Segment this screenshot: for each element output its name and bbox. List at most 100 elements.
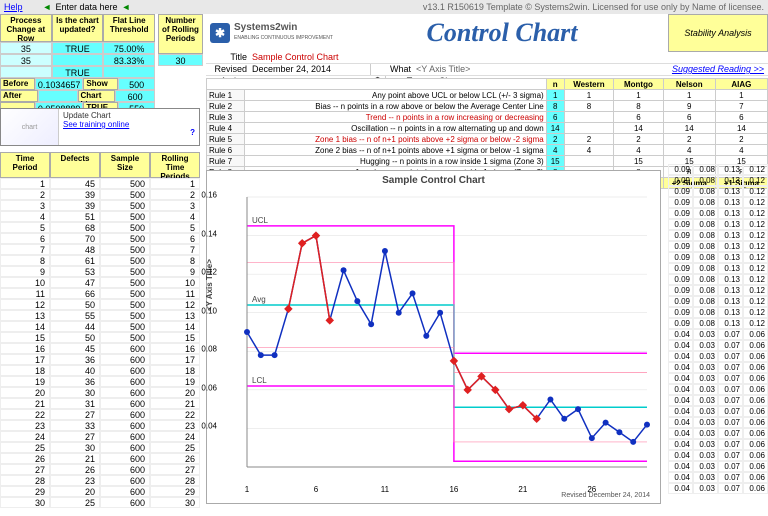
table-cell[interactable]: 9 — [0, 266, 50, 277]
table-cell[interactable]: 500 — [100, 178, 150, 189]
table-cell[interactable]: 45 — [50, 178, 100, 189]
table-cell[interactable]: 500 — [100, 244, 150, 255]
table-cell[interactable]: 39 — [50, 200, 100, 211]
table-cell[interactable]: 68 — [50, 222, 100, 233]
table-cell[interactable]: 30 — [0, 497, 50, 508]
table-cell[interactable]: 39 — [50, 189, 100, 200]
table-cell[interactable]: 7 — [0, 244, 50, 255]
table-cell[interactable]: 600 — [100, 343, 150, 354]
table-cell[interactable]: 500 — [118, 78, 155, 90]
table-cell[interactable]: 31 — [50, 398, 100, 409]
table-cell[interactable]: 600 — [100, 486, 150, 497]
table-cell[interactable]: 18 — [0, 365, 50, 376]
table-cell[interactable]: TRUE — [52, 66, 104, 78]
table-cell[interactable]: 26 — [50, 464, 100, 475]
table-cell[interactable]: 600 — [100, 365, 150, 376]
table-cell[interactable]: 13 — [150, 310, 200, 321]
table-cell[interactable]: 50 — [50, 332, 100, 343]
table-cell[interactable]: 500 — [100, 310, 150, 321]
table-cell[interactable] — [103, 66, 155, 78]
rule-n[interactable]: 4 — [546, 145, 564, 156]
table-cell[interactable]: 21 — [50, 453, 100, 464]
meta-value[interactable]: <Y Axis Title> — [414, 64, 668, 75]
table-cell[interactable]: 500 — [100, 288, 150, 299]
training-link[interactable]: See training online — [63, 120, 129, 129]
table-cell[interactable]: 16 — [150, 343, 200, 354]
table-cell[interactable]: 47 — [50, 277, 100, 288]
table-cell[interactable]: 500 — [100, 299, 150, 310]
table-cell[interactable]: 10 — [0, 277, 50, 288]
table-cell[interactable]: 14 — [0, 321, 50, 332]
table-cell[interactable]: 25 — [0, 442, 50, 453]
rule-n[interactable]: 2 — [546, 134, 564, 145]
table-cell[interactable]: 500 — [100, 233, 150, 244]
table-cell[interactable]: 35 — [0, 42, 52, 54]
table-cell[interactable]: 35 — [0, 54, 52, 66]
table-cell[interactable]: 36 — [50, 354, 100, 365]
table-cell[interactable] — [0, 66, 52, 78]
table-cell[interactable]: 6 — [150, 233, 200, 244]
table-cell[interactable]: 0.1034657 — [35, 78, 84, 90]
rule-n[interactable]: 1 — [546, 90, 564, 101]
table-cell[interactable]: 15 — [0, 332, 50, 343]
meta-value[interactable]: December 24, 2014 — [250, 64, 370, 75]
update-chart-box[interactable]: chart Update Chart See training online ? — [0, 108, 200, 146]
table-cell[interactable]: 4 — [0, 211, 50, 222]
table-cell[interactable]: 600 — [100, 464, 150, 475]
table-cell[interactable]: 44 — [50, 321, 100, 332]
rule-n[interactable]: 15 — [546, 156, 564, 167]
rule-n[interactable]: 6 — [546, 112, 564, 123]
table-cell[interactable]: 2 — [0, 189, 50, 200]
rule-n[interactable]: 8 — [546, 101, 564, 112]
table-cell[interactable]: 500 — [100, 200, 150, 211]
table-cell[interactable]: 29 — [150, 486, 200, 497]
table-cell[interactable]: 21 — [150, 398, 200, 409]
table-cell[interactable]: 40 — [50, 365, 100, 376]
table-cell[interactable]: 23 — [0, 420, 50, 431]
table-cell[interactable]: 600 — [100, 409, 150, 420]
table-cell[interactable]: 12 — [150, 299, 200, 310]
table-cell[interactable]: 600 — [100, 398, 150, 409]
table-cell[interactable]: 8 — [150, 255, 200, 266]
table-cell[interactable] — [52, 54, 104, 66]
table-cell[interactable]: 14 — [150, 321, 200, 332]
table-cell[interactable]: 24 — [0, 431, 50, 442]
table-cell[interactable]: 51 — [50, 211, 100, 222]
table-cell[interactable]: 500 — [100, 222, 150, 233]
table-cell[interactable]: 600 — [100, 431, 150, 442]
table-cell[interactable]: 500 — [100, 255, 150, 266]
meta-value[interactable]: Sample Control Chart — [250, 52, 766, 63]
table-cell[interactable]: 36 — [50, 376, 100, 387]
table-cell[interactable]: 19 — [150, 376, 200, 387]
table-cell[interactable]: 8 — [0, 255, 50, 266]
table-cell[interactable]: 19 — [0, 376, 50, 387]
table-cell[interactable]: 7 — [150, 244, 200, 255]
table-cell[interactable]: 500 — [100, 189, 150, 200]
table-cell[interactable]: 26 — [150, 453, 200, 464]
table-cell[interactable]: 1 — [150, 178, 200, 189]
table-cell[interactable]: 21 — [0, 398, 50, 409]
table-cell[interactable]: 500 — [100, 211, 150, 222]
table-cell[interactable]: 27 — [50, 409, 100, 420]
table-cell[interactable]: 1 — [0, 178, 50, 189]
table-cell[interactable]: 20 — [0, 387, 50, 398]
table-cell[interactable]: 55 — [50, 310, 100, 321]
table-cell[interactable]: 30 — [150, 497, 200, 508]
help-icon[interactable]: ? — [190, 128, 195, 137]
table-cell[interactable]: 500 — [100, 332, 150, 343]
table-cell[interactable]: 12 — [0, 299, 50, 310]
table-cell[interactable]: 66 — [50, 288, 100, 299]
table-cell[interactable]: 20 — [150, 387, 200, 398]
table-cell[interactable]: 26 — [0, 453, 50, 464]
table-cell[interactable]: 33 — [50, 420, 100, 431]
table-cell[interactable]: 600 — [100, 453, 150, 464]
table-cell[interactable]: 30 — [50, 387, 100, 398]
table-cell[interactable]: 600 — [100, 497, 150, 508]
table-cell[interactable]: 11 — [150, 288, 200, 299]
rule-n[interactable]: 14 — [546, 123, 564, 134]
table-cell[interactable]: 53 — [50, 266, 100, 277]
table-cell[interactable]: 600 — [115, 90, 155, 102]
table-cell[interactable]: 83.33% — [103, 54, 155, 66]
table-cell[interactable]: 25 — [150, 442, 200, 453]
table-cell[interactable]: 27 — [50, 431, 100, 442]
